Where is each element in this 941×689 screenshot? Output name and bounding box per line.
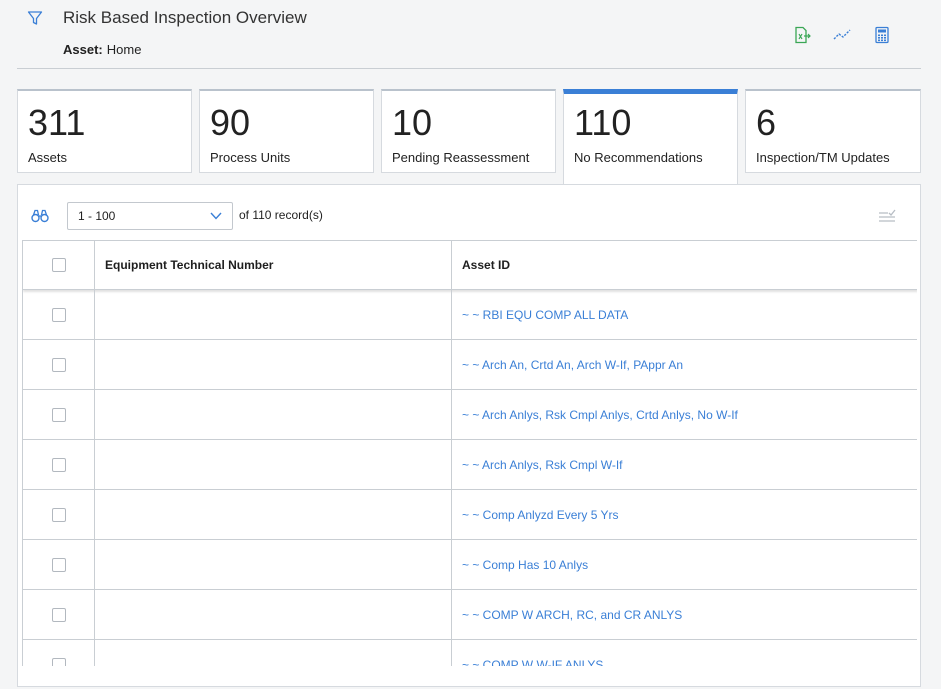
row-checkbox[interactable] xyxy=(51,557,66,572)
asset-label: Asset: xyxy=(63,42,103,57)
table-row: ~ ~ RBI EQU COMP ALL DATA xyxy=(22,289,917,340)
asset-id-link[interactable]: ~ ~ COMP W W-IF ANLYS xyxy=(451,639,917,666)
table-row: ~ ~ Arch Anlys, Rsk Cmpl Anlys, Crtd Anl… xyxy=(22,389,917,440)
asset-context: Asset: Home xyxy=(63,42,141,57)
row-checkbox[interactable] xyxy=(51,307,66,322)
calculator-icon[interactable] xyxy=(873,26,891,44)
row-checkbox[interactable] xyxy=(51,607,66,622)
column-header-equipment[interactable]: Equipment Technical Number xyxy=(94,240,452,290)
asset-id-link[interactable]: ~ ~ Arch An, Crtd An, Arch W-If, PAppr A… xyxy=(451,339,917,390)
asset-id-link[interactable]: ~ ~ Comp Has 10 Anlys xyxy=(451,539,917,590)
asset-id-link[interactable]: ~ ~ Comp Anlyzd Every 5 Yrs xyxy=(451,489,917,540)
tile-label: No Recommendations xyxy=(574,150,703,165)
tile-value: 311 xyxy=(28,102,86,143)
equipment-cell xyxy=(94,589,452,640)
tile-label: Pending Reassessment xyxy=(392,150,530,165)
equipment-cell xyxy=(94,439,452,490)
select-all-cell xyxy=(22,240,95,290)
binoculars-icon[interactable] xyxy=(31,209,49,223)
tile-process-units[interactable]: 90 Process Units xyxy=(199,89,374,173)
asset-value: Home xyxy=(106,42,142,57)
select-all-checkbox[interactable] xyxy=(51,258,66,272)
header-divider xyxy=(17,68,921,69)
equipment-cell xyxy=(94,489,452,540)
table-row: ~ ~ Arch Anlys, Rsk Cmpl W-If xyxy=(22,439,917,490)
equipment-cell xyxy=(94,339,452,390)
tile-value: 90 xyxy=(210,102,251,143)
row-checkbox[interactable] xyxy=(51,507,66,522)
header-actions xyxy=(793,26,891,44)
column-header-asset-id[interactable]: Asset ID xyxy=(451,240,917,290)
page-range-value: 1 - 100 xyxy=(78,209,116,223)
asset-id-link[interactable]: ~ ~ Arch Anlys, Rsk Cmpl W-If xyxy=(451,439,917,490)
record-count: of 110 record(s) xyxy=(239,208,323,222)
equipment-cell xyxy=(94,389,452,440)
row-checkbox[interactable] xyxy=(51,657,66,666)
asset-id-link[interactable]: ~ ~ RBI EQU COMP ALL DATA xyxy=(451,289,917,340)
page-title: Risk Based Inspection Overview xyxy=(63,8,307,27)
equipment-cell xyxy=(94,289,452,340)
tile-pending-reassessment[interactable]: 10 Pending Reassessment xyxy=(381,89,556,173)
chevron-down-icon xyxy=(210,212,222,220)
tile-label: Assets xyxy=(28,150,68,165)
page-header: Risk Based Inspection Overview Asset: Hom… xyxy=(0,0,941,70)
page-range-select[interactable]: 1 - 100 xyxy=(67,202,233,230)
tile-value: 6 xyxy=(756,102,777,143)
asset-id-link[interactable]: ~ ~ COMP W ARCH, RC, and CR ANLYS xyxy=(451,589,917,640)
tile-label: Inspection/TM Updates xyxy=(756,150,890,165)
summary-tiles: 311 Assets 90 Process Units 10 Pending R… xyxy=(17,89,921,185)
table-row: ~ ~ Comp Anlyzd Every 5 Yrs xyxy=(22,489,917,540)
grid-toolbar: 1 - 100 of 110 record(s) xyxy=(18,185,920,239)
table-row: ~ ~ Arch An, Crtd An, Arch W-If, PAppr A… xyxy=(22,339,917,390)
table-row: ~ ~ Comp Has 10 Anlys xyxy=(22,539,917,590)
table-header-row: Equipment Technical Number Asset ID xyxy=(22,240,917,290)
table-row: ~ ~ COMP W W-IF ANLYS xyxy=(22,639,917,666)
trend-icon[interactable] xyxy=(833,26,851,44)
filter-icon[interactable] xyxy=(27,10,43,26)
column-settings-icon[interactable] xyxy=(878,208,896,224)
records-panel: 1 - 100 of 110 record(s) Equipment Techn… xyxy=(17,184,921,687)
tile-label: Process Units xyxy=(210,150,291,165)
equipment-cell xyxy=(94,539,452,590)
row-checkbox[interactable] xyxy=(51,407,66,422)
asset-id-link[interactable]: ~ ~ Arch Anlys, Rsk Cmpl Anlys, Crtd Anl… xyxy=(451,389,917,440)
tile-assets[interactable]: 311 Assets xyxy=(17,89,192,173)
tile-value: 10 xyxy=(392,102,433,143)
equipment-cell xyxy=(94,639,452,666)
export-icon[interactable] xyxy=(793,26,811,44)
tile-inspection-tm-updates[interactable]: 6 Inspection/TM Updates xyxy=(745,89,921,173)
row-checkbox[interactable] xyxy=(51,357,66,372)
tile-value: 110 xyxy=(574,102,632,143)
table-row: ~ ~ COMP W ARCH, RC, and CR ANLYS xyxy=(22,589,917,640)
tile-no-recommendations[interactable]: 110 No Recommendations xyxy=(563,89,738,185)
records-grid: Equipment Technical Number Asset ID ~ ~ … xyxy=(22,240,917,666)
row-checkbox[interactable] xyxy=(51,457,66,472)
